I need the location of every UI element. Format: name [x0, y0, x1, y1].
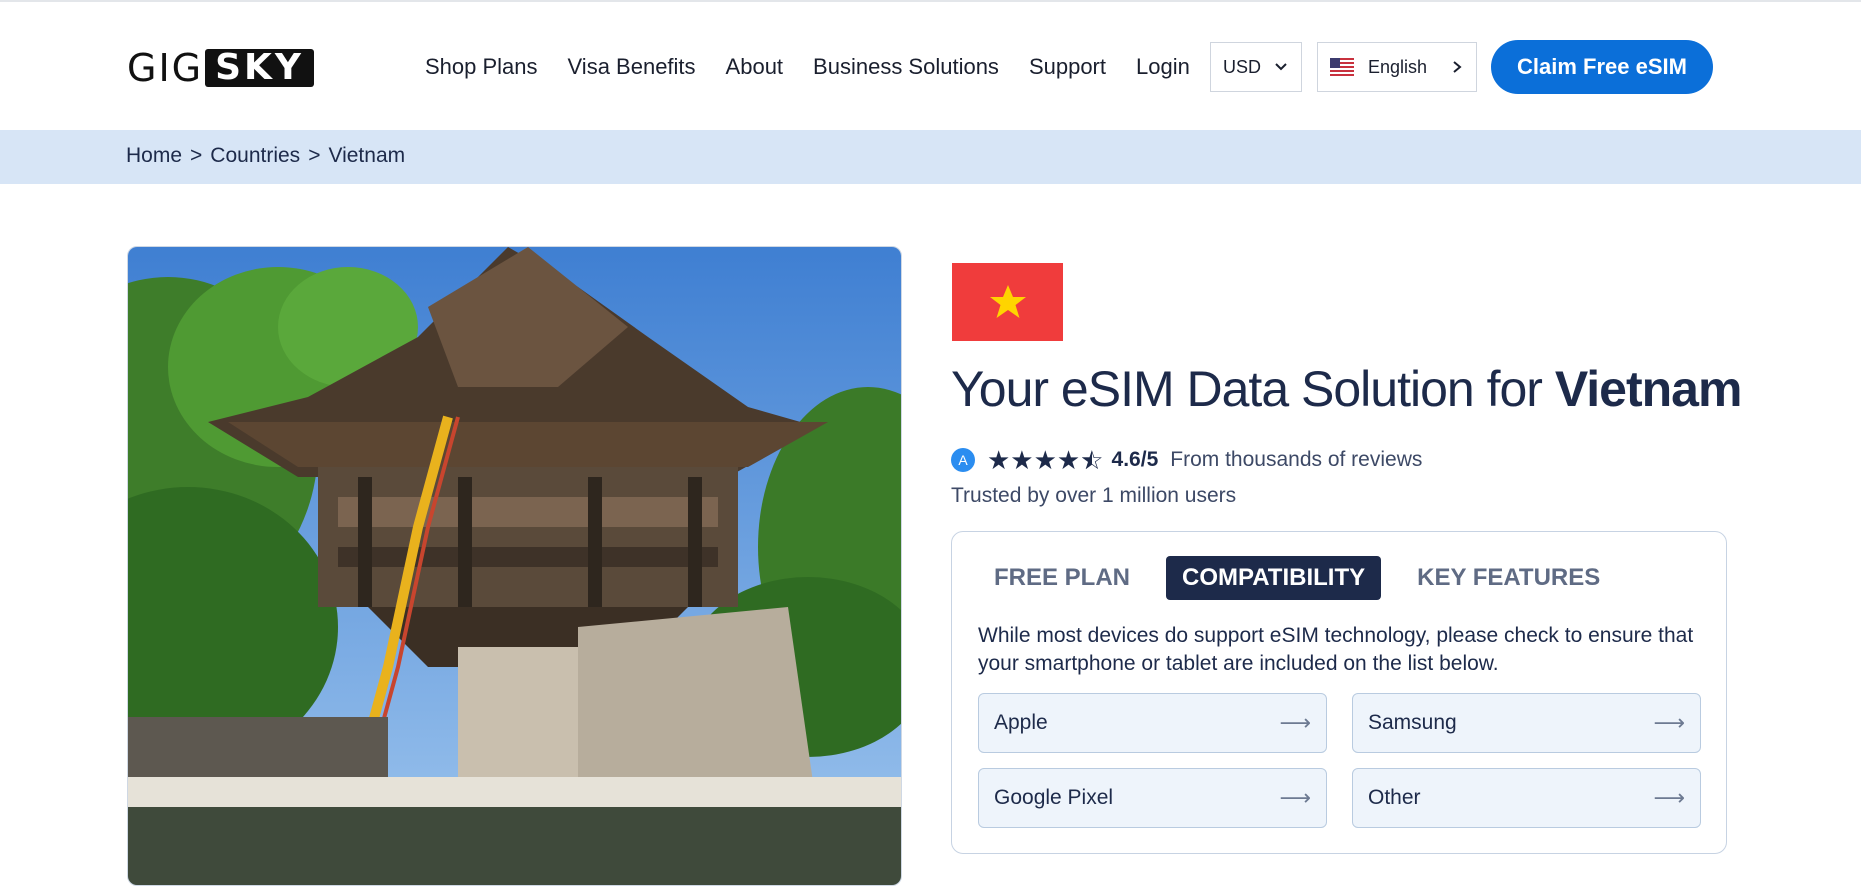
pagoda-illustration	[128, 247, 901, 885]
product-info-card: FREE PLAN COMPATIBILITY KEY FEATURES Whi…	[951, 531, 1727, 854]
tab-compatibility[interactable]: COMPATIBILITY	[1166, 556, 1382, 600]
breadcrumb-bar: Home > Countries > Vietnam	[0, 130, 1861, 184]
us-flag-icon	[1330, 58, 1354, 76]
nav-shop-plans[interactable]: Shop Plans	[425, 54, 538, 80]
chevron-right-icon	[1453, 61, 1462, 73]
logo-text-sky: SKY	[205, 49, 315, 87]
device-apple-button[interactable]: Apple ⟶	[978, 693, 1327, 753]
tab-free-plan[interactable]: FREE PLAN	[978, 556, 1146, 600]
compatibility-description: While most devices do support eSIM techn…	[978, 624, 1694, 675]
language-value: English	[1368, 56, 1428, 77]
device-label: Samsung	[1368, 711, 1457, 734]
device-label: Other	[1368, 786, 1421, 809]
breadcrumb-separator: >	[308, 144, 321, 167]
star-icon	[989, 285, 1026, 318]
nav-about[interactable]: About	[726, 54, 784, 80]
breadcrumb-countries[interactable]: Countries	[210, 144, 300, 168]
rating-reviews-text: From thousands of reviews	[1170, 448, 1423, 471]
page-title-country: Vietnam	[1554, 361, 1743, 417]
breadcrumb-separator: >	[190, 144, 203, 167]
breadcrumb-current: Vietnam	[328, 144, 406, 167]
tab-key-features[interactable]: KEY FEATURES	[1401, 556, 1616, 600]
device-google-pixel-button[interactable]: Google Pixel ⟶	[978, 768, 1327, 828]
main-nav: Shop Plans Visa Benefits About Business …	[425, 40, 1220, 94]
nav-support[interactable]: Support	[1029, 54, 1106, 80]
rating-score: 4.6/5	[1111, 448, 1159, 471]
language-select[interactable]: English	[1317, 42, 1477, 92]
nav-business-solutions[interactable]: Business Solutions	[813, 54, 999, 80]
device-label: Google Pixel	[994, 786, 1114, 809]
arrow-right-icon: ⟶	[1279, 710, 1311, 735]
nav-visa-benefits[interactable]: Visa Benefits	[568, 54, 696, 80]
hero-image-one-pillar-pagoda	[127, 246, 902, 886]
claim-free-esim-button[interactable]: Claim Free eSIM	[1491, 40, 1713, 94]
device-other-button[interactable]: Other ⟶	[1352, 768, 1701, 828]
currency-value: USD	[1223, 56, 1262, 77]
currency-select[interactable]: USD	[1210, 42, 1302, 92]
device-samsung-button[interactable]: Samsung ⟶	[1352, 693, 1701, 753]
app-store-icon: A	[951, 448, 975, 472]
logo-text-gig: GIG	[127, 46, 204, 90]
arrow-right-icon: ⟶	[1653, 710, 1685, 735]
arrow-right-icon: ⟶	[1279, 785, 1311, 810]
breadcrumb-home[interactable]: Home	[126, 144, 182, 168]
rating-stars-icon: ★★★★☆★	[987, 444, 1104, 475]
chevron-down-icon	[1275, 63, 1287, 71]
trusted-text: Trusted by over 1 million users	[951, 484, 1237, 507]
page-title: Your eSIM Data Solution for Vietnam	[951, 360, 1743, 418]
rating-row: A ★★★★☆★ 4.6/5 From thousands of reviews	[951, 444, 1422, 476]
breadcrumb: Home > Countries > Vietnam	[126, 144, 405, 168]
page-title-prefix: Your eSIM Data Solution for	[951, 361, 1555, 417]
site-header: GIG SKY Shop Plans Visa Benefits About B…	[0, 2, 1861, 130]
arrow-right-icon: ⟶	[1653, 785, 1685, 810]
gigsky-logo[interactable]: GIG SKY	[127, 46, 315, 90]
info-tabs: FREE PLAN COMPATIBILITY KEY FEATURES	[978, 556, 1636, 600]
nav-login[interactable]: Login	[1136, 54, 1190, 80]
vietnam-flag-icon	[952, 263, 1063, 341]
device-label: Apple	[994, 711, 1048, 734]
